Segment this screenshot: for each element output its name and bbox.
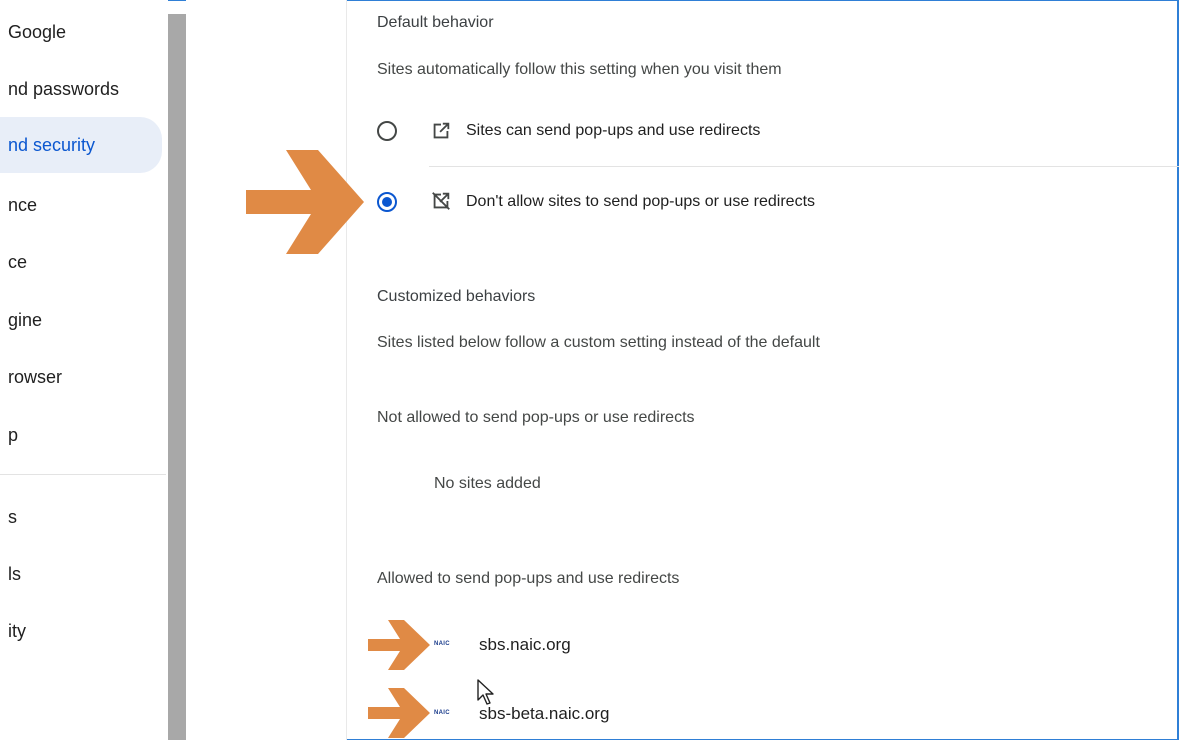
sidebar-item-label: p	[8, 424, 19, 445]
popups-settings-panel: Default behavior Sites automatically fol…	[347, 0, 1179, 740]
sidebar-item-label: nd passwords	[8, 78, 120, 99]
option-divider	[429, 166, 1179, 167]
radio-allow-popups[interactable]	[377, 121, 397, 141]
sidebar-item-label: gine	[8, 309, 43, 330]
sidebar-item-label: rowser	[8, 366, 63, 387]
popup-blocked-icon	[432, 192, 450, 210]
customized-behaviors-heading: Customized behaviors	[377, 288, 536, 305]
sidebar-item-label: s	[8, 506, 17, 527]
sidebar-item-label: nd security	[8, 135, 96, 155]
not-allowed-heading: Not allowed to send pop-ups or use redir…	[377, 409, 695, 426]
open-in-new-icon	[433, 122, 450, 139]
default-behavior-description: Sites automatically follow this setting …	[377, 61, 782, 78]
content-gutter	[186, 0, 346, 740]
annotation-arrow-site-2	[368, 688, 430, 738]
sidebar-item-label: ity	[8, 620, 26, 641]
annotation-arrow-site-1	[368, 620, 430, 670]
mouse-cursor-icon	[477, 679, 494, 705]
option-allow-label: Sites can send pop-ups and use redirects	[466, 122, 761, 139]
default-behavior-heading: Default behavior	[377, 14, 494, 31]
customized-behaviors-description: Sites listed below follow a custom setti…	[377, 334, 820, 351]
site-favicon: NAIC	[434, 710, 450, 716]
site-url: sbs.naic.org	[479, 635, 571, 654]
sidebar-item-label: ce	[8, 251, 28, 272]
annotation-arrow-large	[246, 150, 364, 254]
radio-block-popups[interactable]	[377, 192, 397, 212]
settings-sidebar: Google nd passwords nd security nce ce g…	[0, 0, 168, 740]
sidebar-item-label: ls	[8, 563, 21, 584]
no-sites-added-text: No sites added	[434, 475, 541, 492]
allowed-heading: Allowed to send pop-ups and use redirect…	[377, 570, 680, 587]
site-favicon: NAIC	[434, 641, 450, 647]
sidebar-divider	[0, 474, 166, 475]
sidebar-scrollbar[interactable]	[168, 14, 186, 740]
option-block-label: Don't allow sites to send pop-ups or use…	[466, 193, 816, 210]
sidebar-item-privacy-security[interactable]: nd security	[0, 117, 162, 173]
sidebar-item-label: nce	[8, 194, 38, 215]
site-url: sbs-beta.naic.org	[479, 704, 610, 723]
sidebar-item-label: Google	[8, 21, 67, 42]
